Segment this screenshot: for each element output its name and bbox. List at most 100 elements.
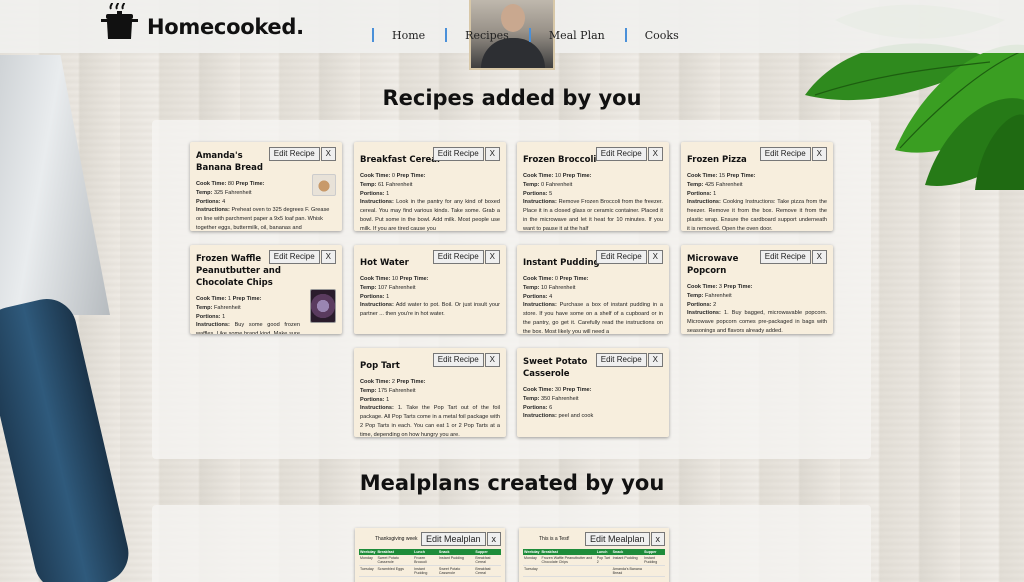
edit-recipe-button[interactable]: Edit Recipe	[432, 353, 484, 367]
portions-row: Portions: 1	[687, 190, 717, 197]
table-row: Monday Frozen Waffle Peanutbutter and Ch…	[523, 555, 665, 566]
delete-recipe-button[interactable]: X	[320, 250, 336, 264]
instructions-row: Instructions: Purchase a box of instant …	[523, 302, 663, 334]
recipe-card: Pop Tart Edit Recipe X Cook Time: 2 Prep…	[354, 348, 506, 437]
recipe-title: Sweet Potato Casserole	[523, 357, 588, 379]
recipe-card: Hot Water Edit Recipe X Cook Time: 10 Pr…	[354, 245, 506, 334]
nav-home[interactable]: Home	[392, 29, 425, 42]
brand-logo[interactable]: Homecooked.	[101, 3, 304, 41]
mealplan-header: Thanksgiving week Edit Mealplan x	[359, 532, 501, 546]
instructions-row: Instructions: Cooking Instructions: Take…	[687, 199, 827, 231]
cook-time-row: Cook Time: 15 Prep Time:	[687, 173, 756, 179]
recipe-details: Cook Time: 80 Prep Time: Temp: 325 Fahre…	[196, 180, 300, 206]
delete-recipe-button[interactable]: X	[811, 147, 827, 161]
edit-recipe-button[interactable]: Edit Recipe	[432, 250, 484, 264]
recipe-card: Frozen Broccoli Edit Recipe X Cook Time:…	[517, 142, 669, 231]
edit-recipe-button[interactable]: Edit Recipe	[759, 250, 811, 264]
nav-meal-plan[interactable]: Meal Plan	[549, 29, 605, 42]
edit-mealplan-button[interactable]: Edit Mealplan	[584, 532, 650, 546]
table-cell: Instant Pudding	[611, 555, 644, 566]
temp-row: Temp: 61 Fahrenheit	[360, 181, 413, 188]
mealplan-title: Thanksgiving week	[375, 536, 418, 542]
nav-separator	[528, 28, 531, 42]
mealplan-actions: Edit Mealplan x	[584, 532, 665, 546]
delete-mealplan-button[interactable]: x	[486, 532, 501, 546]
delete-recipe-button[interactable]: X	[320, 147, 336, 161]
temp-row: Temp: 325 Fahrenheit	[196, 189, 252, 196]
table-cell	[643, 565, 665, 577]
portions-row: Portions: 6	[523, 404, 553, 411]
temp-row: Temp: 107 Fahrenheit	[360, 284, 416, 291]
edit-mealplan-button[interactable]: Edit Mealplan	[420, 532, 486, 546]
edit-recipe-button[interactable]: Edit Recipe	[432, 147, 484, 161]
table-cell: Sweet Potato Casserole	[437, 565, 475, 577]
mealplan-table: Weekday Breakfast Lunch Snack Supper Mon…	[359, 549, 501, 577]
recipe-actions: Edit Recipe X	[759, 250, 827, 264]
mealplans-panel	[152, 505, 871, 582]
mealplans-section-title: Mealplans created by you	[359, 471, 665, 495]
recipe-title: Frozen Pizza	[687, 155, 747, 165]
table-row: Monday Sweet Potato Casserole Frozen Bro…	[359, 555, 501, 566]
table-cell: Pop Tart 2	[595, 555, 612, 566]
nav-separator	[445, 28, 448, 42]
recipe-card: Microwave Popcorn Edit Recipe X Cook Tim…	[681, 245, 833, 334]
cook-time-row: Cook Time: 10 Prep Time:	[523, 173, 592, 179]
recipe-details: Cook Time: 10 Prep Time: Temp: 107 Fahre…	[360, 275, 500, 319]
recipe-actions: Edit Recipe X	[595, 250, 663, 264]
temp-row: Temp: Fahrenheit	[196, 304, 241, 311]
cook-time-row: Cook Time: 3 Prep Time:	[687, 284, 753, 290]
cook-time-row: Cook Time: 10 Prep Time:	[360, 276, 429, 282]
table-row: Tuesday Scrambled Eggs Instant Pudding S…	[359, 565, 501, 577]
recipe-actions: Edit Recipe X	[759, 147, 827, 161]
edit-recipe-button[interactable]: Edit Recipe	[759, 147, 811, 161]
instructions-row: Instructions: 1. Take the Pop Tart out o…	[360, 405, 500, 437]
edit-recipe-button[interactable]: Edit Recipe	[595, 353, 647, 367]
portions-row: Portions: 1	[196, 313, 226, 320]
delete-recipe-button[interactable]: X	[647, 250, 663, 264]
table-cell: Amanda's Banana Bread	[611, 565, 644, 577]
mealplan-table: Weekday Breakfast Lunch Snack Supper Mon…	[523, 549, 665, 577]
portions-row: Portions: 5	[523, 190, 553, 197]
recipe-title: Frozen Broccoli	[523, 155, 597, 165]
temp-row: Temp: 425 Fahrenheit	[687, 181, 743, 188]
cook-time-row: Cook Time: 30 Prep Time:	[523, 387, 592, 393]
recipe-title: Hot Water	[360, 258, 409, 268]
delete-mealplan-button[interactable]: x	[650, 532, 665, 546]
nav-cooks[interactable]: Cooks	[645, 29, 679, 42]
nav-recipes[interactable]: Recipes	[465, 29, 509, 42]
table-cell: Frozen Broccoli	[413, 555, 438, 566]
delete-recipe-button[interactable]: X	[484, 250, 500, 264]
top-navbar: Homecooked. Home Recipes Meal Plan Cooks	[0, 0, 1024, 70]
edit-recipe-button[interactable]: Edit Recipe	[595, 147, 647, 161]
table-cell: Instant Pudding	[437, 555, 475, 566]
delete-recipe-button[interactable]: X	[484, 147, 500, 161]
knife-handle-decoration	[0, 293, 135, 582]
table-cell: Monday	[523, 555, 541, 566]
avatar-shoulders	[481, 38, 545, 68]
recipe-card: Instant Pudding Edit Recipe X Cook Time:…	[517, 245, 669, 334]
edit-recipe-button[interactable]: Edit Recipe	[595, 250, 647, 264]
recipe-details: Cook Time: 2 Prep Time: Temp: 175 Fahren…	[360, 378, 500, 437]
recipe-title: Amanda's Banana Bread	[196, 151, 264, 173]
delete-recipe-button[interactable]: X	[811, 250, 827, 264]
recipe-title: Pop Tart	[360, 361, 400, 371]
delete-recipe-button[interactable]: X	[647, 147, 663, 161]
recipes-section-title: Recipes added by you	[382, 86, 642, 110]
delete-recipe-button[interactable]: X	[484, 353, 500, 367]
edit-recipe-button[interactable]: Edit Recipe	[268, 147, 320, 161]
cook-time-row: Cook Time: 1 Prep Time:	[196, 296, 262, 302]
mealplan-card: This is a Test! Edit Mealplan x Weekday …	[519, 528, 669, 582]
instructions-row: Instructions: Preheat oven to 325 degree…	[196, 207, 330, 231]
delete-recipe-button[interactable]: X	[647, 353, 663, 367]
table-cell: Scrambled Eggs	[376, 565, 414, 577]
instructions-row: Instructions: Remove Frozen Broccoli fro…	[523, 199, 663, 231]
edit-recipe-button[interactable]: Edit Recipe	[268, 250, 320, 264]
recipe-thumbnail	[310, 289, 336, 323]
nav-separator	[372, 28, 374, 42]
table-cell: Tuesday	[523, 565, 541, 577]
table-cell: Breakfast Cereal	[474, 565, 501, 577]
recipe-details: Cook Time: 15 Prep Time: Temp: 425 Fahre…	[687, 172, 827, 231]
mealplan-card: Thanksgiving week Edit Mealplan x Weekda…	[355, 528, 505, 582]
table-cell	[540, 565, 596, 577]
recipe-actions: Edit Recipe X	[432, 147, 500, 161]
